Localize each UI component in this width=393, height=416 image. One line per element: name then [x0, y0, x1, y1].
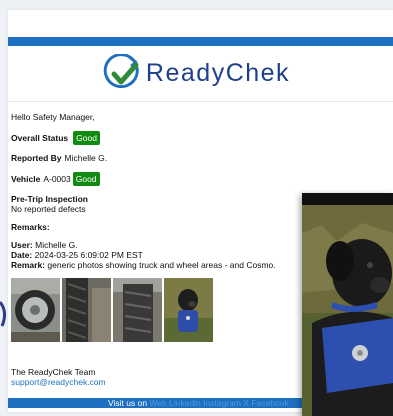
remark-user: Michelle G. — [35, 240, 78, 250]
vehicle-value: A-0003 — [43, 173, 71, 184]
vehicle-row: Vehicle A-0003 Good — [11, 172, 390, 186]
reported-by-row: Reported By Michelle G. — [11, 153, 390, 164]
dog-photo-thumbnail[interactable] — [164, 278, 213, 342]
email-footer: The ReadyChek Team support@readychek.com — [11, 367, 106, 387]
readychek-logo: ReadyChek — [103, 53, 291, 94]
remark-text-label: Remark: — [11, 260, 46, 270]
reported-by-label: Reported By — [11, 153, 62, 163]
greeting: Hello Safety Manager, — [11, 112, 95, 122]
logo-header: ReadyChek — [8, 46, 393, 102]
overall-status-label: Overall Status — [11, 132, 69, 143]
overall-status-badge: Good — [73, 131, 100, 145]
social-links[interactable]: Web Linkedin Instagram X Facebook — [149, 398, 288, 408]
reported-by-value: Michelle G. — [64, 153, 108, 163]
tire-closeup-photo-thumbnail[interactable] — [113, 278, 162, 342]
logo-text: ReadyChek — [145, 59, 291, 87]
check-circle-icon — [103, 53, 139, 88]
header-bar — [8, 37, 393, 46]
vehicle-label: Vehicle — [11, 173, 41, 184]
team-signature: The ReadyChek Team — [11, 367, 96, 377]
remark-date: 2024-03-25 6:09:02 PM EST — [34, 250, 143, 260]
dog-photo-preview[interactable] — [302, 193, 393, 416]
tire-tread-photo-thumbnail[interactable] — [62, 278, 111, 342]
wheel-photo-thumbnail[interactable] — [11, 278, 60, 342]
remark-text: generic photos showing truck and wheel a… — [47, 260, 276, 270]
remark-user-label: User: — [11, 240, 33, 250]
support-email-link[interactable]: support@readychek.com — [11, 377, 106, 387]
overall-status-row: Overall Status Good — [11, 131, 390, 145]
social-prefix: Visit us on — [108, 398, 148, 408]
remark-date-label: Date: — [11, 250, 33, 260]
vehicle-status-badge: Good — [72, 172, 100, 186]
